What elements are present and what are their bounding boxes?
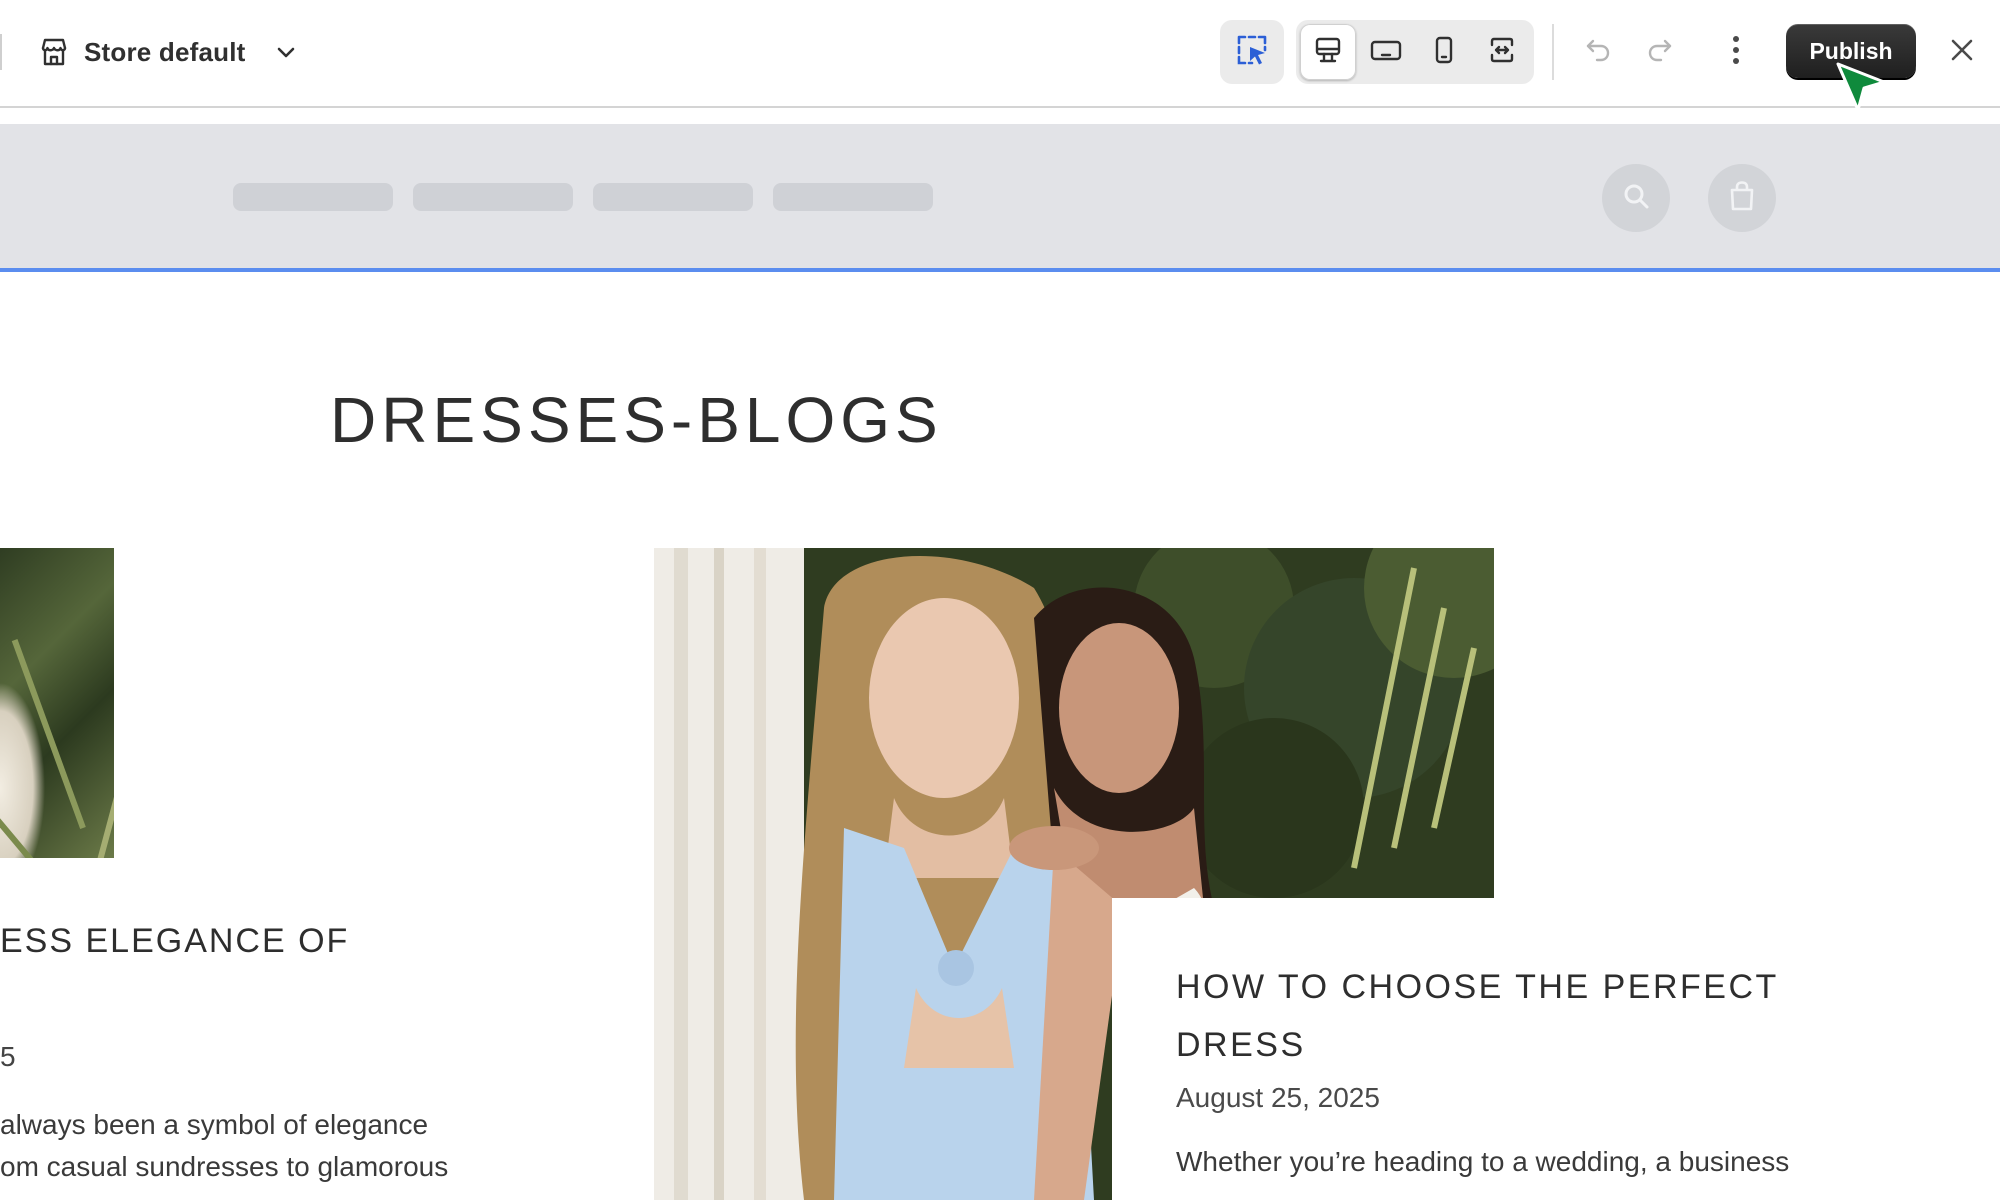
inspector-select-icon <box>1235 33 1269 72</box>
mouse-cursor <box>1834 60 1890 121</box>
nav-placeholder <box>593 183 753 211</box>
close-icon <box>1948 36 1976 69</box>
store-selector-label: Store default <box>84 36 246 67</box>
close-editor-button[interactable] <box>1934 24 1990 80</box>
more-vertical-icon <box>1730 34 1742 71</box>
desktop-view-button[interactable] <box>1300 24 1356 80</box>
tablet-landscape-icon <box>1369 35 1403 70</box>
search-icon <box>1621 181 1651 216</box>
inspector-select-button[interactable] <box>1220 20 1284 84</box>
article-excerpt: Whether you’re heading to a wedding, a b… <box>1176 1146 1790 1177</box>
shopping-bag-icon <box>1727 180 1757 217</box>
undo-button[interactable] <box>1570 24 1626 80</box>
toolbar-divider <box>0 34 2 70</box>
excerpt-line: om casual sundresses to glamorous <box>0 1151 449 1182</box>
article-excerpt: always been a symbol of elegance om casu… <box>0 1104 448 1188</box>
store-header-section[interactable] <box>0 124 2000 272</box>
article-image[interactable] <box>0 548 114 858</box>
cart-button[interactable] <box>1708 164 1776 232</box>
search-button[interactable] <box>1602 164 1670 232</box>
article-title[interactable]: ESS ELEGANCE OF <box>0 922 349 961</box>
full-width-view-button[interactable] <box>1474 24 1530 80</box>
page-title: DRESSES-BLOGS <box>330 383 943 456</box>
viewport-switcher <box>1296 20 1534 84</box>
store-selector[interactable]: Store default <box>38 26 298 78</box>
nav-placeholder <box>773 183 933 211</box>
desktop-icon <box>1313 35 1343 70</box>
toolbar-divider <box>1552 24 1554 80</box>
redo-button[interactable] <box>1632 24 1688 80</box>
nav-placeholder <box>413 183 573 211</box>
mobile-view-button[interactable] <box>1416 24 1472 80</box>
tablet-landscape-view-button[interactable] <box>1358 24 1414 80</box>
undo-icon <box>1583 35 1613 70</box>
more-actions-button[interactable] <box>1708 24 1764 80</box>
full-width-icon <box>1487 35 1517 70</box>
article-date: August 25, 2025 <box>1176 1082 1380 1113</box>
redo-icon <box>1645 35 1675 70</box>
article-title[interactable]: HOW TO CHOOSE THE PERFECT DRESS <box>1176 958 1896 1074</box>
nav-placeholder <box>233 183 393 211</box>
chevron-down-icon[interactable] <box>274 40 298 64</box>
store-icon <box>38 36 70 68</box>
excerpt-line: always been a symbol of elegance <box>0 1109 429 1140</box>
article-card: HOW TO CHOOSE THE PERFECT DRESS August 2… <box>1112 898 2000 1200</box>
article-date: 5 <box>0 1041 16 1072</box>
mobile-icon <box>1429 35 1459 70</box>
editor-toolbar: Store default Publish <box>0 0 2000 108</box>
